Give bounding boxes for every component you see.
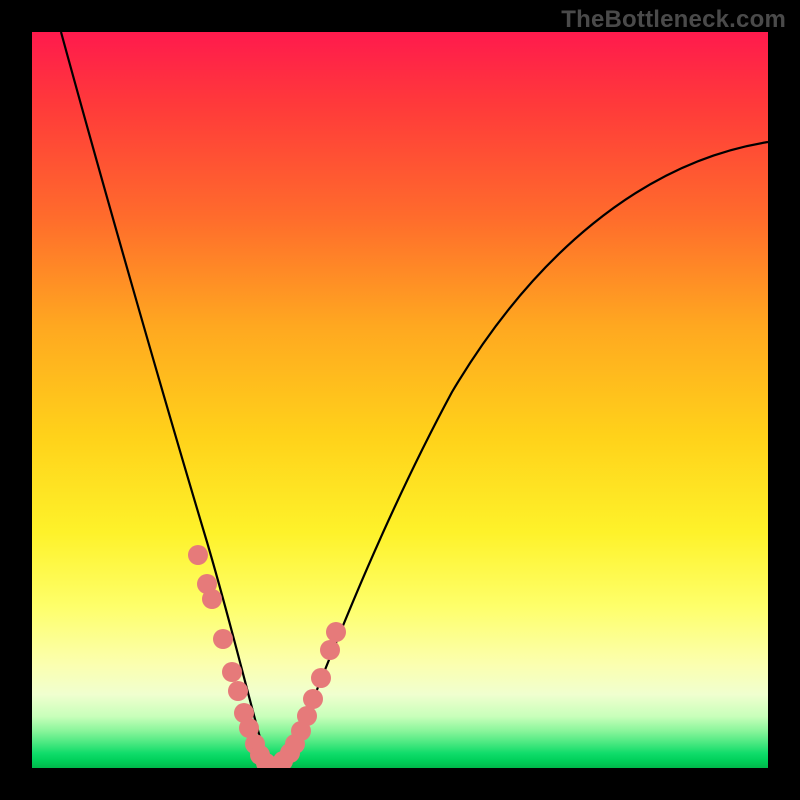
highlight-dots	[188, 545, 346, 768]
curve-layer	[32, 32, 768, 768]
plot-area	[32, 32, 768, 768]
chart-frame: TheBottleneck.com	[0, 0, 800, 800]
watermark-text: TheBottleneck.com	[561, 6, 786, 34]
v-curve	[61, 32, 768, 768]
